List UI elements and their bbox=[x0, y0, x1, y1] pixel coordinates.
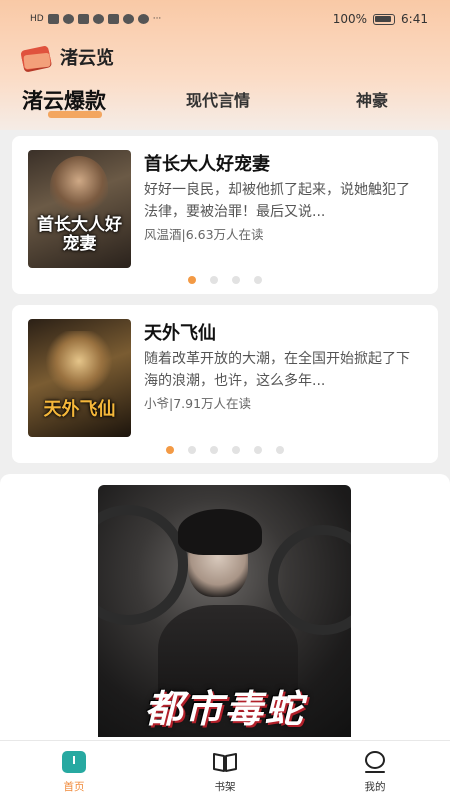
tab-hot[interactable]: 渚云爆款 bbox=[22, 86, 106, 120]
signal-icon bbox=[47, 14, 59, 24]
mail-icon bbox=[77, 14, 89, 24]
carousel-dot[interactable] bbox=[254, 446, 262, 454]
app-header: 渚云览 bbox=[20, 42, 114, 72]
figure-hair bbox=[178, 509, 262, 555]
book-cover[interactable]: 首长大人好宠妻 bbox=[28, 150, 131, 268]
nav-home[interactable]: 首页 bbox=[34, 749, 114, 794]
carousel-dot[interactable] bbox=[210, 276, 218, 284]
clock: 6:41 bbox=[401, 12, 428, 26]
book-description: 随着改革开放的大潮，在全国开始掀起了下海的浪潮，也许，这么多年... bbox=[144, 351, 410, 389]
book-card[interactable]: 天外飞仙 天外飞仙 随着改革开放的大潮，在全国开始掀起了下海的浪潮，也许，这么多… bbox=[12, 305, 438, 463]
cover-title: 首长大人好宠妻 bbox=[37, 215, 122, 254]
carousel-dot[interactable] bbox=[188, 446, 196, 454]
carousel-dot-active[interactable] bbox=[188, 276, 196, 284]
home-icon bbox=[62, 751, 86, 773]
tab-label: 现代言情 bbox=[186, 91, 251, 110]
book-description: 好好一良民，却被他抓了起来，说她触犯了法律，要被治罪！最后又说... bbox=[144, 182, 410, 220]
book-meta: 风温酒|6.63万人在读 bbox=[144, 227, 264, 242]
carousel-dots bbox=[12, 446, 438, 454]
book-meta: 小爷|7.91万人在读 bbox=[144, 396, 252, 411]
nav-profile[interactable]: 我的 bbox=[335, 749, 415, 794]
category-tabs: 渚云爆款 现代言情 神豪 bbox=[0, 86, 450, 122]
featured-section: 都市毒蛇 bbox=[0, 474, 450, 740]
hd-label: HD bbox=[30, 14, 44, 24]
cover-illustration bbox=[50, 156, 108, 218]
tab-label: 神豪 bbox=[356, 91, 389, 110]
app-icon bbox=[137, 14, 149, 24]
message-icon bbox=[107, 14, 119, 24]
nav-bookshelf[interactable]: 书架 bbox=[185, 749, 265, 794]
status-bar: HD ··· 100% 6:41 bbox=[0, 0, 450, 38]
nav-label: 我的 bbox=[364, 781, 386, 793]
wifi-icon bbox=[62, 14, 74, 24]
tab-tycoon[interactable]: 神豪 bbox=[356, 86, 388, 120]
more-icon: ··· bbox=[152, 14, 162, 24]
nav-label: 首页 bbox=[63, 781, 85, 793]
nav-label: 书架 bbox=[214, 781, 236, 793]
status-right: 100% 6:41 bbox=[333, 12, 428, 26]
tab-modern-romance[interactable]: 现代言情 bbox=[186, 86, 250, 120]
cover-title: 天外飞仙 bbox=[43, 399, 116, 420]
book-card[interactable]: 首长大人好宠妻 首长大人好宠妻 好好一良民，却被他抓了起来，说她触犯了法律，要被… bbox=[12, 136, 438, 294]
book-cover[interactable]: 天外飞仙 bbox=[28, 319, 131, 437]
carousel-dots bbox=[12, 276, 438, 284]
featured-book-banner[interactable]: 都市毒蛇 bbox=[98, 485, 351, 737]
snake-illustration bbox=[98, 505, 188, 625]
carousel-dot[interactable] bbox=[210, 446, 218, 454]
battery-percent: 100% bbox=[332, 12, 368, 26]
carousel-dot[interactable] bbox=[232, 446, 240, 454]
book-title[interactable]: 首长大人好宠妻 bbox=[144, 150, 270, 176]
battery-icon bbox=[373, 13, 396, 25]
bookshelf-icon bbox=[213, 753, 237, 772]
app-notification-icon bbox=[92, 14, 104, 24]
status-icons: HD ··· bbox=[30, 14, 161, 24]
banner-title: 都市毒蛇 bbox=[144, 687, 305, 731]
carousel-dot[interactable] bbox=[232, 276, 240, 284]
book-title[interactable]: 天外飞仙 bbox=[144, 319, 216, 345]
carousel-dot[interactable] bbox=[254, 276, 262, 284]
profile-icon bbox=[365, 751, 385, 773]
cover-illustration bbox=[46, 331, 112, 391]
app-logo-icon bbox=[20, 42, 52, 72]
app-title: 渚云览 bbox=[60, 48, 114, 69]
carousel-dot[interactable] bbox=[276, 446, 284, 454]
tab-label: 渚云爆款 bbox=[22, 89, 106, 113]
carousel-dot-active[interactable] bbox=[166, 446, 174, 454]
browser-icon bbox=[122, 14, 134, 24]
bottom-navigation: 首页 书架 我的 bbox=[0, 740, 450, 800]
